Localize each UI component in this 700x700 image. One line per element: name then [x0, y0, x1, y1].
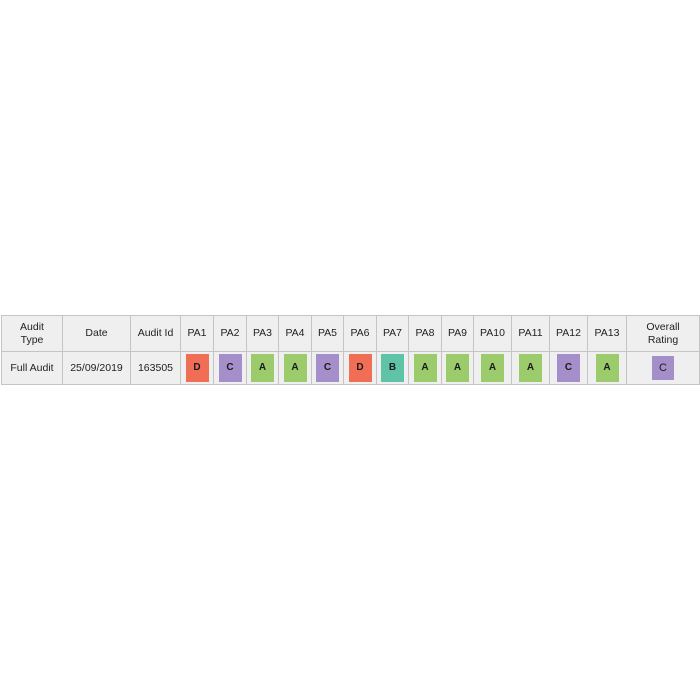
header-pa2: PA2 [213, 315, 247, 352]
cell-audit-type: Full Audit [1, 351, 63, 385]
rating-badge-pa3: A [251, 354, 274, 382]
cell-pa9: A [441, 351, 474, 385]
rating-badge-pa7: B [381, 354, 404, 382]
header-audit-type: Audit Type [1, 315, 63, 352]
audit-table-container: Audit Type Date Audit Id PA1 PA2 PA3 PA4… [1, 315, 700, 385]
cell-overall-rating: C [626, 351, 700, 385]
cell-pa8: A [408, 351, 442, 385]
cell-pa1: D [180, 351, 214, 385]
header-pa3: PA3 [246, 315, 279, 352]
rating-badge-pa4: A [283, 354, 307, 382]
cell-pa7: B [376, 351, 409, 385]
cell-pa4: A [278, 351, 312, 385]
header-overall-line2: Rating [647, 333, 679, 346]
cell-pa10: A [473, 351, 512, 385]
header-overall-line1: Overall [646, 320, 680, 333]
rating-badge-pa1: D [185, 354, 209, 382]
header-pa5: PA5 [311, 315, 344, 352]
header-pa8: PA8 [408, 315, 442, 352]
rating-badge-pa12: C [557, 354, 580, 382]
header-audit-type-line2: Type [20, 333, 44, 346]
header-pa10: PA10 [473, 315, 512, 352]
rating-badge-pa5: C [316, 354, 339, 382]
cell-pa13: A [587, 351, 627, 385]
cell-pa5: C [311, 351, 344, 385]
header-audit-type-line1: Audit [20, 320, 44, 333]
header-pa13: PA13 [587, 315, 627, 352]
cell-pa2: C [213, 351, 247, 385]
rating-badge-pa11: A [519, 354, 542, 382]
cell-pa3: A [246, 351, 279, 385]
cell-date: 25/09/2019 [62, 351, 131, 385]
overall-rating-badge: C [652, 356, 674, 380]
cell-pa11: A [511, 351, 550, 385]
header-pa4: PA4 [278, 315, 312, 352]
cell-audit-id: 163505 [130, 351, 181, 385]
header-pa1: PA1 [180, 315, 214, 352]
header-date: Date [62, 315, 131, 352]
cell-pa12: C [549, 351, 588, 385]
header-audit-id: Audit Id [130, 315, 181, 352]
header-pa7: PA7 [376, 315, 409, 352]
rating-badge-pa6: D [348, 354, 372, 382]
rating-badge-pa9: A [446, 354, 469, 382]
table-row: Full Audit 25/09/2019 163505 D C A A C D… [1, 351, 700, 385]
rating-badge-pa2: C [218, 354, 242, 382]
rating-badge-pa13: A [595, 354, 619, 382]
audit-table: Audit Type Date Audit Id PA1 PA2 PA3 PA4… [1, 315, 700, 385]
cell-pa6: D [343, 351, 377, 385]
rating-badge-pa8: A [413, 354, 437, 382]
header-pa9: PA9 [441, 315, 474, 352]
header-row: Audit Type Date Audit Id PA1 PA2 PA3 PA4… [1, 315, 700, 352]
header-pa6: PA6 [343, 315, 377, 352]
rating-badge-pa10: A [481, 354, 504, 382]
header-pa12: PA12 [549, 315, 588, 352]
header-pa11: PA11 [511, 315, 550, 352]
header-overall-rating: Overall Rating [626, 315, 700, 352]
